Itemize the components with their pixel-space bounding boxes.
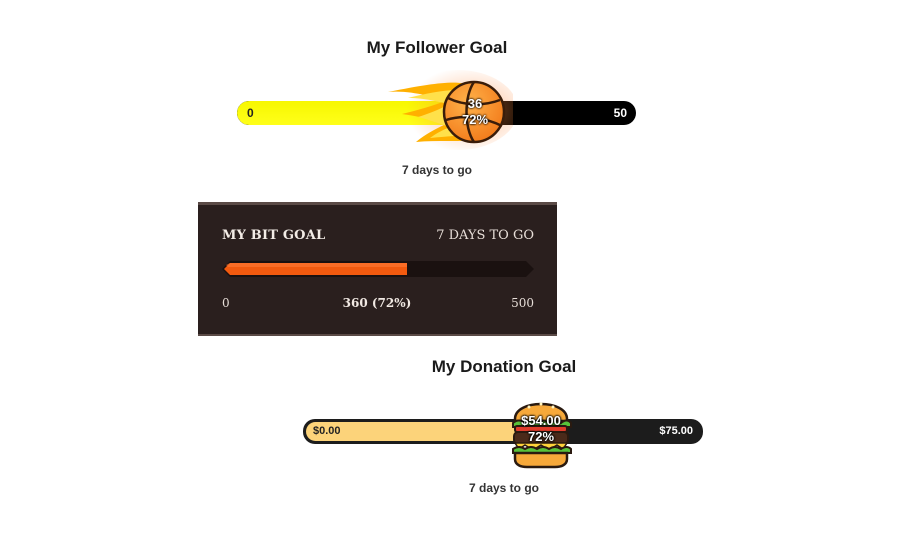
bit-goal-days-left: 7 DAYS TO GO	[436, 228, 534, 243]
follower-goal-percent: 72%	[461, 112, 489, 127]
donation-goal-title: My Donation Goal	[431, 357, 577, 376]
bit-goal-max: 500	[511, 296, 534, 310]
donation-goal-current: $54.00 72%	[508, 413, 574, 445]
bit-goal-title: MY BIT GOAL	[222, 228, 326, 243]
bit-goal-min: 0	[222, 296, 230, 310]
bit-goal-progress-bar	[222, 261, 534, 277]
donation-goal-max: $75.00	[659, 425, 693, 437]
follower-goal-current-value: 36	[467, 96, 483, 111]
follower-goal-days-left: 7 days to go	[401, 163, 472, 177]
donation-goal-fill	[306, 422, 538, 441]
donation-goal-current-value: $54.00	[521, 413, 561, 428]
follower-goal-title: My Follower Goal	[366, 38, 508, 57]
bit-goal-progress-label: 360 (72%)	[342, 296, 412, 310]
follower-goal-current: 36 72%	[446, 96, 504, 128]
follower-goal-max: 50	[613, 106, 627, 120]
donation-goal-days-left: 7 days to go	[468, 481, 539, 495]
donation-goal-percent: 72%	[527, 429, 555, 444]
donation-goal-min: $0.00	[313, 425, 341, 437]
follower-goal-min: 0	[247, 106, 254, 120]
